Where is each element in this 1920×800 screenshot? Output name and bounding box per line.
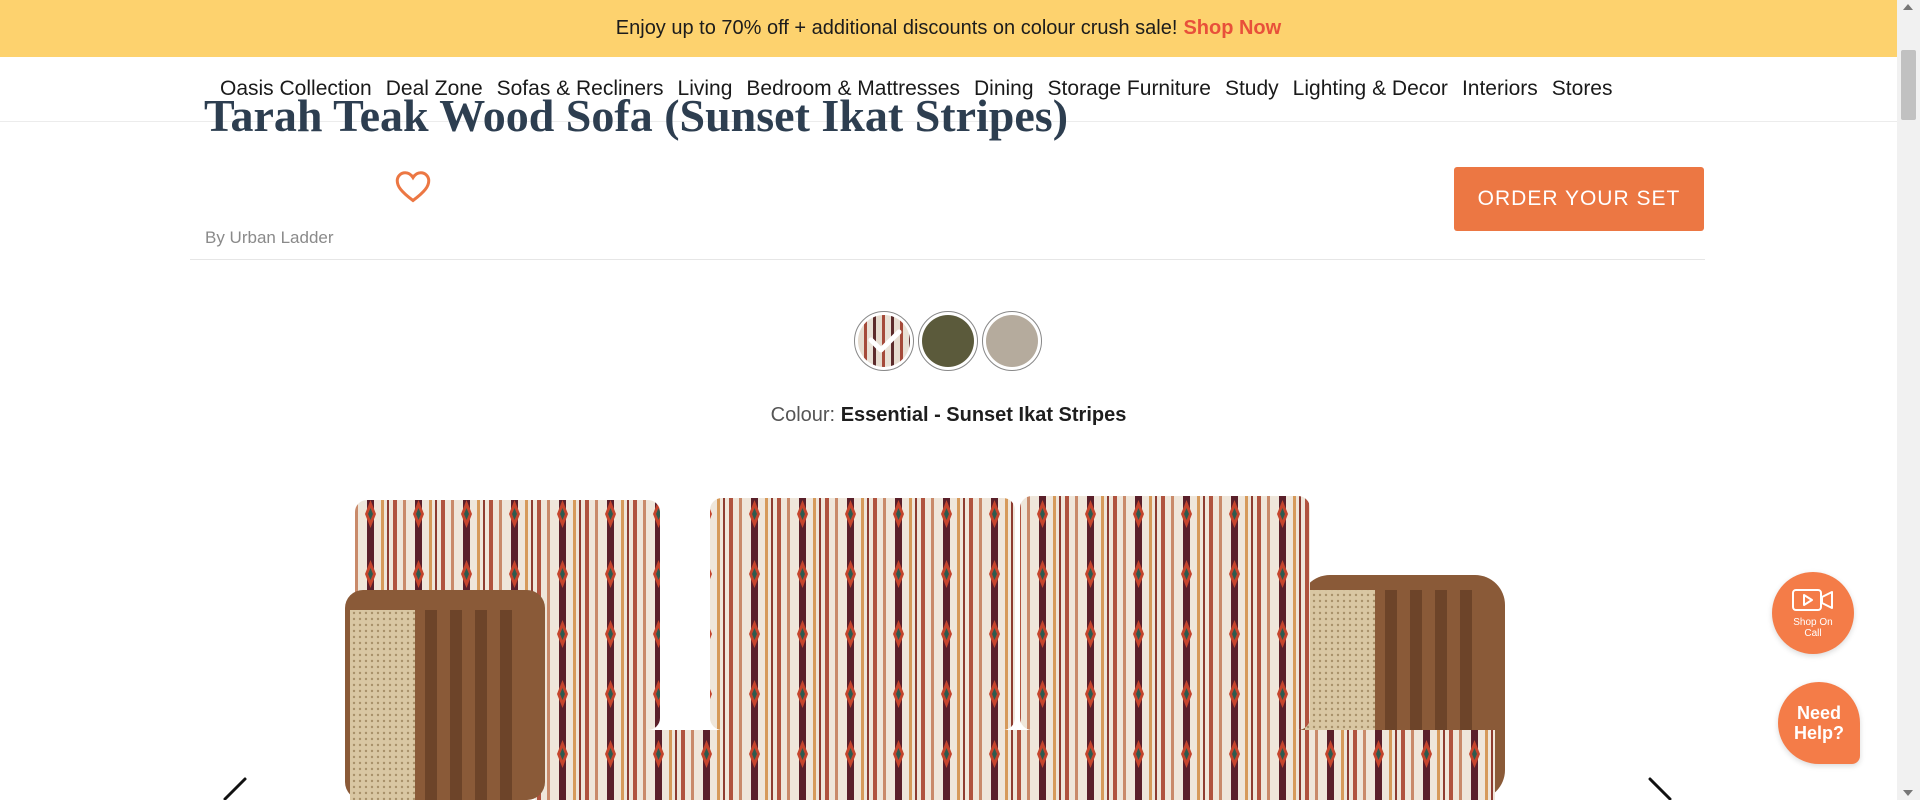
- promo-text: Enjoy up to 70% off + additional discoun…: [615, 17, 1178, 39]
- shop-on-call-button[interactable]: Shop On Call: [1772, 572, 1854, 654]
- heart-icon[interactable]: [395, 170, 431, 204]
- seat-cushions: [535, 730, 1495, 800]
- chevron-right-icon[interactable]: [1640, 775, 1680, 800]
- swatch-fill: [986, 315, 1038, 367]
- swatch-beige[interactable]: [982, 311, 1042, 371]
- scroll-up-icon[interactable]: [1903, 4, 1913, 10]
- promo-banner: Enjoy up to 70% off + additional discoun…: [0, 0, 1897, 57]
- shop-on-call-label: Shop On Call: [1793, 617, 1833, 639]
- colour-value: Essential - Sunset Ikat Stripes: [840, 404, 1127, 426]
- need-help-label: Need Help?: [1793, 703, 1844, 743]
- colour-swatches: [854, 311, 1042, 371]
- nav-item-study[interactable]: Study: [1225, 77, 1279, 101]
- order-your-set-button[interactable]: ORDER YOUR SET: [1454, 167, 1704, 231]
- scroll-down-icon[interactable]: [1903, 790, 1913, 796]
- product-image-sofa: [345, 496, 1505, 800]
- colour-info: Colour: Essential - Sunset Ikat Stripes: [0, 404, 1897, 427]
- swatch-olive[interactable]: [918, 311, 978, 371]
- product-title: Tarah Teak Wood Sofa (Sunset Ikat Stripe…: [204, 86, 1084, 146]
- page-scrollbar[interactable]: [1897, 0, 1920, 800]
- video-camera-icon: [1792, 589, 1833, 611]
- check-icon: [868, 329, 902, 353]
- swatch-sunset-ikat-stripes[interactable]: [854, 311, 914, 371]
- chevron-left-icon[interactable]: [215, 775, 255, 800]
- need-help-button[interactable]: Need Help?: [1778, 682, 1860, 764]
- nav-item-stores[interactable]: Stores: [1552, 77, 1613, 101]
- shop-now-link[interactable]: Shop Now: [1183, 17, 1281, 40]
- brand-label: By Urban Ladder: [205, 228, 334, 247]
- scrollbar-thumb[interactable]: [1901, 50, 1916, 120]
- nav-item-lighting-decor[interactable]: Lighting & Decor: [1293, 77, 1448, 101]
- nav-item-interiors[interactable]: Interiors: [1462, 77, 1538, 101]
- product-header: Tarah Teak Wood Sofa (Sunset Ikat Stripe…: [190, 90, 1705, 260]
- product-title-text: Tarah Teak Wood Sofa (Sunset Ikat Stripe…: [204, 90, 1069, 141]
- colour-label: Colour:: [770, 404, 836, 426]
- left-arm-cane: [350, 610, 415, 800]
- back-cushion-middle: [710, 498, 1015, 730]
- back-cushion-right: [1020, 496, 1310, 730]
- swatch-fill: [922, 315, 974, 367]
